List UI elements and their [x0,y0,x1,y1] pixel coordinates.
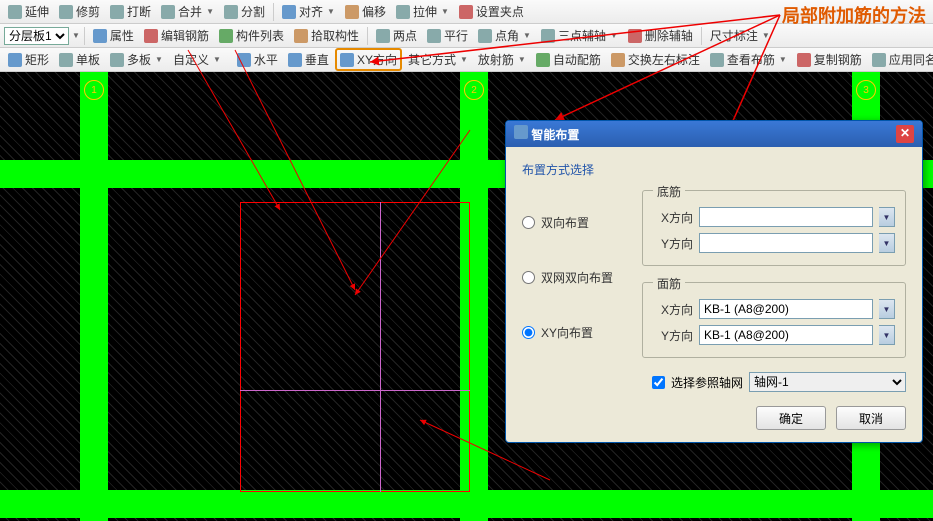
tool-offset[interactable]: 偏移 [341,2,390,21]
tool-horizontal[interactable]: 水平 [233,50,282,69]
radio-double-net[interactable]: 双网双向布置 [522,269,642,286]
tool-grip[interactable]: 设置夹点 [455,2,528,21]
toolbar-3: 矩形 单板 多板▼ 自定义▼ 水平 垂直 XY方向 其它方式▼ 放射筋▼ 自动配… [0,48,933,72]
dropdown-icon[interactable]: ▼ [879,299,895,319]
tool-auto-rebar[interactable]: 自动配筋 [532,50,605,69]
radio-bidir[interactable]: 双向布置 [522,214,642,231]
dialog-titlebar[interactable]: 智能布置 ✕ [506,121,922,147]
tool-del-axis[interactable]: 删除辅轴 [624,26,697,45]
tool-rect[interactable]: 矩形 [4,50,53,69]
bottom-rebar-group: 底筋 X方向 ▼ Y方向 ▼ [642,190,906,266]
tool-split[interactable]: 分割 [220,2,269,21]
tool-single-slab[interactable]: 单板 [55,50,104,69]
top-rebar-group: 面筋 X方向 ▼ Y方向 ▼ [642,282,906,358]
tool-parallel[interactable]: 平行 [423,26,472,45]
tool-swap-lr[interactable]: 交换左右标注 [607,50,704,69]
toolbar-2: 分层板1 ▼ 属性 编辑钢筋 构件列表 拾取构性 两点 平行 点角▼ 三点辅轴▼… [0,24,933,48]
dropdown-icon[interactable]: ▼ [879,325,895,345]
top-x-input[interactable] [699,299,873,319]
close-icon[interactable]: ✕ [896,125,914,143]
tool-extend[interactable]: 延伸 [4,2,53,21]
tool-three-point-axis[interactable]: 三点辅轴▼ [537,26,622,45]
tool-view-rebar[interactable]: 查看布筋▼ [706,50,791,69]
tool-stretch[interactable]: 拉伸▼ [392,2,453,21]
dropdown-icon[interactable]: ▼ [879,233,895,253]
bottom-y-input[interactable] [699,233,873,253]
tool-component-list[interactable]: 构件列表 [215,26,288,45]
dialog-title-text: 智能布置 [531,128,579,142]
ok-button[interactable]: 确定 [756,406,826,430]
tool-break[interactable]: 打断 [106,2,155,21]
dropdown-icon[interactable]: ▼ [879,207,895,227]
tool-radial[interactable]: 放射筋▼ [474,50,530,69]
tool-vertical[interactable]: 垂直 [284,50,333,69]
tool-xy-direction[interactable]: XY方向 [335,48,402,71]
tool-point-angle[interactable]: 点角▼ [474,26,535,45]
tool-pick[interactable]: 拾取构性 [290,26,363,45]
tool-multi-slab[interactable]: 多板▼ [106,50,167,69]
dialog-icon [514,125,528,139]
tool-trim[interactable]: 修剪 [55,2,104,21]
ref-axis-label: 选择参照轴网 [671,374,743,391]
ref-axis-checkbox[interactable] [652,376,665,389]
axis-select[interactable]: 轴网-1 [749,372,906,392]
top-y-input[interactable] [699,325,873,345]
tool-merge[interactable]: 合并▼ [157,2,218,21]
bottom-x-input[interactable] [699,207,873,227]
tool-two-point[interactable]: 两点 [372,26,421,45]
tool-dim[interactable]: 尺寸标注▼ [706,26,774,45]
toolbar-1: 延伸 修剪 打断 合并▼ 分割 对齐▼ 偏移 拉伸▼ 设置夹点 [0,0,933,24]
tool-apply-same[interactable]: 应用同名称 [868,50,933,69]
tool-align[interactable]: 对齐▼ [278,2,339,21]
radio-xy[interactable]: XY向布置 [522,324,642,341]
smart-layout-dialog: 智能布置 ✕ 布置方式选择 双向布置 双网双向布置 XY向布置 底筋 X方向 ▼ [505,120,923,443]
layout-mode-label: 布置方式选择 [522,161,906,178]
cancel-button[interactable]: 取消 [836,406,906,430]
tool-custom[interactable]: 自定义▼ [169,50,225,69]
tool-copy-rebar[interactable]: 复制钢筋 [793,50,866,69]
tool-props[interactable]: 属性 [89,26,138,45]
layer-select[interactable]: 分层板1 [4,27,69,45]
tool-edit-rebar[interactable]: 编辑钢筋 [140,26,213,45]
tool-other[interactable]: 其它方式▼ [404,50,472,69]
